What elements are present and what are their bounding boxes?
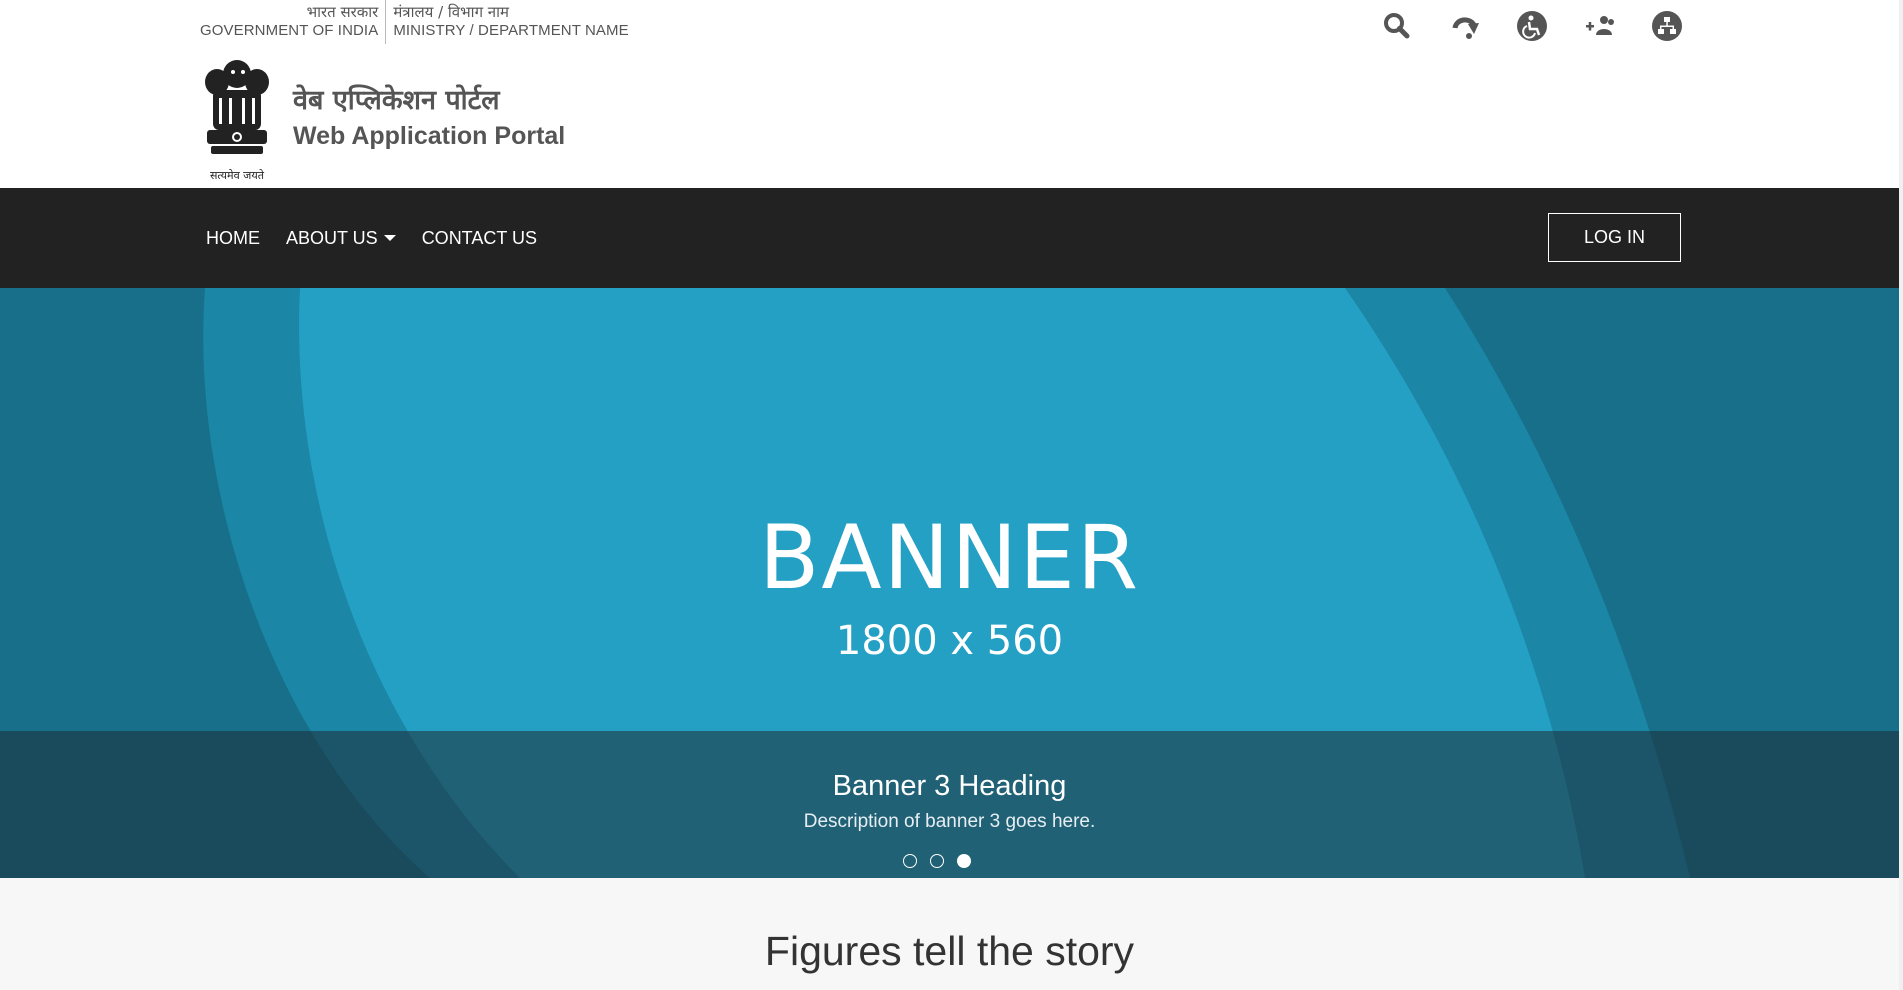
login-button[interactable]: LOG IN (1548, 213, 1681, 262)
nav-item-label: CONTACT US (421, 227, 538, 248)
nav-item-about-us[interactable]: ABOUT US (286, 228, 396, 249)
utility-toolbar (1380, 9, 1718, 43)
carousel-indicator-3[interactable] (957, 854, 971, 868)
ministry-label: मंत्रालय / विभाग नाम MINISTRY / DEPARTME… (385, 0, 635, 44)
nav-item-label: ABOUT US (286, 227, 378, 248)
skip-to-content-icon[interactable] (1448, 9, 1482, 43)
nav-item-home[interactable]: HOME (206, 228, 260, 249)
portal-title-english: Web Application Portal (293, 122, 566, 150)
banner-carousel: BANNER 1800 x 560 Banner 3 Heading Descr… (0, 288, 1899, 878)
carousel-indicator-2[interactable] (930, 854, 944, 868)
social-media-icon[interactable] (1583, 9, 1617, 43)
emblem-motto: सत्यमेव जयते (209, 169, 264, 182)
government-label: भारत सरकार GOVERNMENT OF INDIA (200, 0, 385, 44)
carousel-indicator-1[interactable] (903, 854, 917, 868)
banner-size-text: 1800 x 560 (835, 618, 1064, 664)
national-emblem-logo (199, 54, 275, 184)
banner-caption-description: Description of banner 3 goes here. (803, 811, 1096, 832)
search-icon[interactable] (1380, 9, 1414, 43)
government-strip: भारत सरकार GOVERNMENT OF INDIA मंत्रालय … (200, 0, 636, 44)
nav-item-contact-us[interactable]: CONTACT US (422, 228, 537, 249)
page-scrollbar[interactable] (1899, 0, 1903, 990)
carousel-indicators (903, 854, 984, 868)
figures-section-title: Figures tell the story (764, 928, 1135, 974)
nav-item-label: HOME (206, 227, 260, 248)
caret-down-icon (383, 235, 396, 241)
accessibility-icon[interactable] (1515, 9, 1549, 43)
banner-placeholder-text: BANNER (759, 506, 1140, 609)
government-label-english: GOVERNMENT OF INDIA (200, 22, 379, 39)
ministry-label-english: MINISTRY / DEPARTMENT NAME (393, 22, 629, 39)
nav-links: HOME ABOUT US CONTACT US (206, 188, 563, 288)
ministry-label-hindi: मंत्रालय / विभाग नाम (393, 3, 509, 21)
figures-section: Figures tell the story (0, 878, 1899, 990)
government-label-hindi: भारत सरकार (306, 3, 379, 21)
main-navbar: HOME ABOUT US CONTACT US LOG IN (0, 188, 1899, 288)
banner-caption-heading: Banner 3 Heading (832, 770, 1067, 802)
sitemap-icon[interactable] (1650, 9, 1684, 43)
portal-title-hindi: वेब एप्लिकेशन पोर्टल (293, 85, 500, 116)
